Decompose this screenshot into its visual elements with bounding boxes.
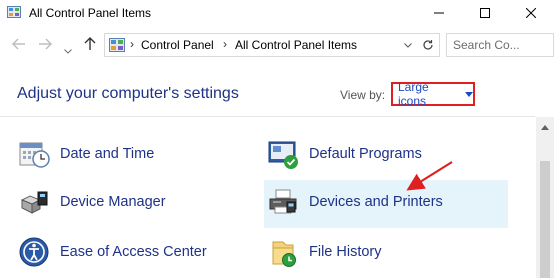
item-date-and-time[interactable]: Date and Time	[15, 132, 255, 180]
scrollbar-thumb[interactable]	[540, 161, 550, 278]
minimize-button[interactable]	[416, 0, 462, 26]
item-label: Default Programs	[309, 146, 422, 162]
device-manager-icon	[20, 191, 48, 214]
chevron-down-icon	[404, 42, 412, 48]
search-box[interactable]	[446, 33, 554, 57]
view-by-label: View by:	[340, 88, 386, 102]
refresh-button[interactable]	[419, 34, 437, 56]
page-heading: Adjust your computer's settings	[17, 85, 239, 102]
breadcrumb-separator-icon: ›	[223, 37, 227, 51]
back-arrow-icon	[12, 38, 25, 50]
recent-locations-button[interactable]	[64, 41, 72, 57]
refresh-icon	[423, 40, 433, 50]
view-by-dropdown[interactable]: Large icons	[391, 80, 475, 108]
control-panel-app-icon	[7, 6, 21, 18]
ease-of-access-icon	[19, 237, 49, 267]
item-default-programs[interactable]: Default Programs	[264, 132, 508, 180]
breadcrumb-control-panel[interactable]: Control Panel	[141, 38, 214, 52]
item-label: Date and Time	[60, 146, 155, 162]
breadcrumb-separator-icon: ›	[130, 37, 134, 51]
up-arrow-icon	[84, 37, 96, 50]
item-label: File History	[309, 244, 382, 260]
control-panel-icon	[109, 38, 125, 52]
minimize-icon	[434, 12, 444, 14]
up-button[interactable]	[84, 37, 96, 54]
forward-button[interactable]	[38, 37, 52, 53]
calendar-clock-icon	[19, 142, 50, 168]
printer-icon	[269, 189, 297, 214]
item-ease-of-access-center[interactable]: Ease of Access Center	[15, 230, 255, 278]
file-history-icon	[272, 241, 296, 267]
close-icon	[526, 8, 536, 18]
vertical-scrollbar[interactable]	[536, 117, 554, 278]
maximize-button[interactable]	[462, 0, 508, 26]
item-device-manager[interactable]: Device Manager	[15, 180, 255, 228]
back-button[interactable]	[12, 37, 26, 53]
address-bar[interactable]: › Control Panel › All Control Panel Item…	[104, 33, 440, 57]
maximize-icon	[480, 8, 490, 18]
address-dropdown-button[interactable]	[399, 34, 417, 56]
divider	[0, 116, 535, 117]
scroll-up-arrow-icon[interactable]	[541, 125, 549, 130]
item-label: Devices and Printers	[309, 194, 443, 210]
item-label: Ease of Access Center	[60, 244, 207, 260]
view-by-value: Large icons	[398, 80, 429, 108]
item-file-history[interactable]: File History	[264, 230, 508, 278]
address-row: › Control Panel › All Control Panel Item…	[0, 32, 554, 60]
item-label: Device Manager	[60, 194, 166, 210]
default-programs-icon	[268, 141, 298, 169]
forward-arrow-icon	[39, 38, 52, 50]
close-button[interactable]	[508, 0, 554, 26]
search-input[interactable]	[453, 35, 545, 55]
item-devices-and-printers[interactable]: Devices and Printers	[264, 180, 508, 228]
chevron-down-icon	[64, 49, 72, 54]
breadcrumb-all-items[interactable]: All Control Panel Items	[235, 38, 357, 52]
window-title: All Control Panel Items	[29, 6, 152, 20]
dropdown-caret-icon	[465, 91, 473, 97]
title-bar: All Control Panel Items	[0, 0, 554, 26]
